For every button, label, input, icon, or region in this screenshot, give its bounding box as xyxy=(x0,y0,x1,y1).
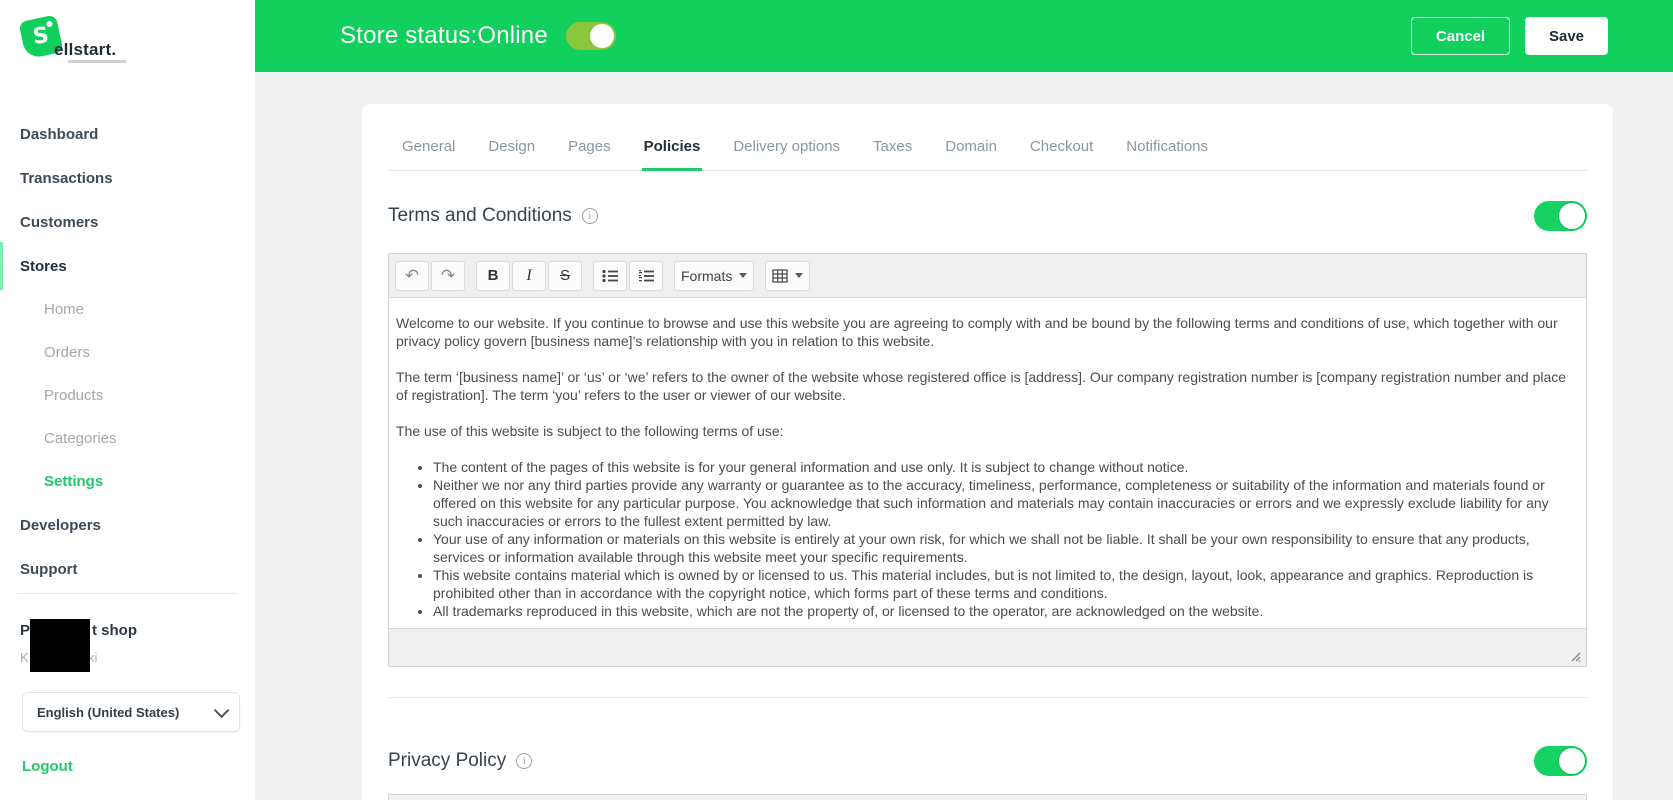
tab-pages[interactable]: Pages xyxy=(566,104,613,170)
editor-paragraph: The term ‘[business name]’ or ‘us’ or ‘w… xyxy=(396,368,1574,404)
caret-down-icon xyxy=(739,273,747,278)
sidebar-item-stores[interactable]: Stores xyxy=(0,244,255,288)
sidebar-item-categories[interactable]: Categories xyxy=(0,417,255,460)
sidebar-item-support[interactable]: Support xyxy=(0,547,255,591)
terms-editor: ↶ ↷ B I S xyxy=(388,253,1587,667)
editor-bullet-list: The content of the pages of this website… xyxy=(396,458,1574,620)
toggle-knob xyxy=(1558,747,1586,775)
store-status-toggle[interactable] xyxy=(566,22,616,50)
resize-handle[interactable] xyxy=(1569,650,1581,662)
toggle-knob xyxy=(1558,202,1586,230)
italic-button[interactable]: I xyxy=(512,261,546,291)
tab-policies[interactable]: Policies xyxy=(642,104,703,170)
caret-down-icon xyxy=(795,273,803,278)
table-dropdown[interactable] xyxy=(765,261,810,291)
logout-link[interactable]: Logout xyxy=(22,758,73,775)
section-divider xyxy=(388,697,1587,698)
editor-paragraph: Welcome to our website. If you continue … xyxy=(396,314,1574,350)
shop-name-suffix: t shop xyxy=(92,622,137,639)
privacy-toggle[interactable] xyxy=(1534,746,1587,776)
redo-button[interactable]: ↷ xyxy=(431,261,465,291)
privacy-title: Privacy Policy xyxy=(388,750,506,772)
sidebar-item-orders[interactable]: Orders xyxy=(0,331,255,374)
bullet-list-icon xyxy=(602,269,618,283)
save-button[interactable]: Save xyxy=(1525,17,1608,55)
sidebar-item-transactions[interactable]: Transactions xyxy=(0,156,255,200)
numbered-list-button[interactable] xyxy=(629,261,663,291)
tab-domain[interactable]: Domain xyxy=(943,104,999,170)
content-background: General Design Pages Policies Delivery o… xyxy=(255,72,1673,800)
editor-bullet: Your use of any information or materials… xyxy=(433,530,1574,566)
sidebar-item-home[interactable]: Home xyxy=(0,288,255,331)
editor-bullet: All trademarks reproduced in this websit… xyxy=(433,602,1574,620)
bold-button[interactable]: B xyxy=(476,261,510,291)
strikethrough-button[interactable]: S xyxy=(548,261,582,291)
undo-button[interactable]: ↶ xyxy=(395,261,429,291)
sellstart-logo[interactable]: S ellstart. xyxy=(20,16,220,68)
editor-bullet: Neither we nor any third parties provide… xyxy=(433,476,1574,530)
bullet-list-button[interactable] xyxy=(593,261,627,291)
terms-editor-content[interactable]: Welcome to our website. If you continue … xyxy=(389,298,1586,628)
logo-tagline xyxy=(68,60,126,63)
privacy-section-header: Privacy Policy i xyxy=(388,746,1587,776)
tab-checkout[interactable]: Checkout xyxy=(1028,104,1095,170)
sidebar-divider xyxy=(18,593,237,594)
terms-toggle[interactable] xyxy=(1534,201,1587,231)
tab-taxes[interactable]: Taxes xyxy=(871,104,914,170)
language-select[interactable]: English (United States) xyxy=(22,692,240,732)
store-status-label: Store status:Online xyxy=(340,22,548,50)
editor-bullet: The content of the pages of this website… xyxy=(433,458,1574,476)
sidebar-item-dashboard[interactable]: Dashboard xyxy=(0,112,255,156)
privacy-editor: ↶ ↷ B I S xyxy=(388,794,1587,800)
info-icon[interactable]: i xyxy=(582,208,598,224)
numbered-list-icon xyxy=(638,269,654,283)
cancel-button[interactable]: Cancel xyxy=(1411,17,1510,55)
table-icon xyxy=(772,269,788,283)
settings-card: General Design Pages Policies Delivery o… xyxy=(362,104,1613,800)
sidebar-item-customers[interactable]: Customers xyxy=(0,200,255,244)
header-bar: Store status:Online Cancel Save xyxy=(255,0,1673,72)
formats-label: Formats xyxy=(681,268,732,284)
sidebar-item-developers[interactable]: Developers xyxy=(0,503,255,547)
toggle-knob xyxy=(590,24,614,48)
language-select-value: English (United States) xyxy=(37,705,214,720)
main-area: Store status:Online Cancel Save General … xyxy=(255,0,1673,800)
terms-title: Terms and Conditions xyxy=(388,205,572,227)
formats-dropdown[interactable]: Formats xyxy=(674,261,754,291)
editor-paragraph: The use of this website is subject to th… xyxy=(396,422,1574,440)
tab-notifications[interactable]: Notifications xyxy=(1124,104,1210,170)
terms-section-header: Terms and Conditions i xyxy=(388,201,1587,231)
sidebar-nav: Dashboard Transactions Customers Stores … xyxy=(0,112,255,591)
info-icon[interactable]: i xyxy=(516,753,532,769)
undo-icon: ↶ xyxy=(405,266,419,286)
redo-icon: ↷ xyxy=(441,266,455,286)
editor-statusbar xyxy=(389,628,1586,666)
logo-wordmark: ellstart. xyxy=(54,40,116,60)
terms-editor-toolbar: ↶ ↷ B I S xyxy=(389,254,1586,298)
tab-general[interactable]: General xyxy=(400,104,457,170)
shop-name: P xyxy=(20,622,30,639)
sidebar: S ellstart. Dashboard Transactions Custo… xyxy=(0,0,255,800)
redaction-overlay xyxy=(30,619,90,672)
settings-tabs: General Design Pages Policies Delivery o… xyxy=(388,104,1587,171)
sidebar-item-products[interactable]: Products xyxy=(0,374,255,417)
editor-bullet: This website contains material which is … xyxy=(433,566,1574,602)
sidebar-item-settings[interactable]: Settings xyxy=(0,460,255,503)
owner-name: K xyxy=(20,650,29,665)
privacy-editor-toolbar: ↶ ↷ B I S xyxy=(389,795,1586,800)
chevron-down-icon xyxy=(214,702,230,718)
tab-design[interactable]: Design xyxy=(486,104,537,170)
tab-delivery-options[interactable]: Delivery options xyxy=(731,104,842,170)
